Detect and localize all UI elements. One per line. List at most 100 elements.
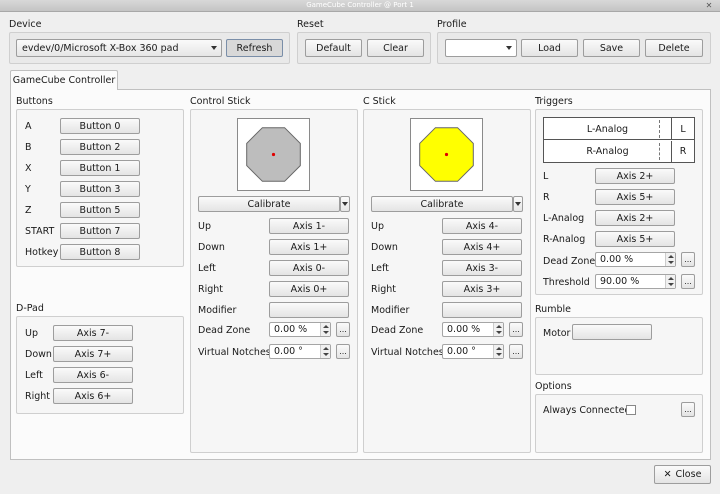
control-stick-mapping-button[interactable] [269,302,349,318]
trigger-mapping-label: L [543,171,549,182]
c-stick-calibrate-menu[interactable] [513,196,523,212]
c-stick-dead-zone-spinbox[interactable]: 0.00 % [442,322,504,337]
default-button[interactable]: Default [305,39,362,57]
control-stick-dead-zone-spinbox[interactable]: 0.00 % [269,322,331,337]
control-stick-mapping-label: Up [198,221,211,232]
c-stick-notches-value: 0.00 ° [447,346,476,357]
tab-gamecube-controller[interactable]: GameCube Controller [10,70,118,90]
trigger-mapping-label: R [543,192,550,203]
trigger-mapping-button[interactable]: Axis 5+ [595,231,675,247]
triggers-threshold-more-button[interactable]: ... [681,274,695,289]
always-connected-more-button[interactable]: ... [681,402,695,417]
trigger-mapping-button[interactable]: Axis 2+ [595,210,675,226]
dpad-mapping-button[interactable]: Axis 6- [53,367,133,383]
control-stick-notches-spinbox[interactable]: 0.00 ° [269,344,331,359]
c-stick-calibrate-button[interactable]: Calibrate [371,196,513,212]
c-stick-dead-zone-more-button[interactable]: ... [509,322,523,337]
rumble-motor-label: Motor [543,328,571,339]
stick-position-dot [271,152,276,157]
button-mapping-button[interactable]: Button 8 [60,244,140,260]
delete-button[interactable]: Delete [645,39,703,57]
triggers-dead-zone-value: 0.00 % [600,254,634,265]
control-stick-notches-more-button[interactable]: ... [336,344,350,359]
button-mapping-button[interactable]: Button 5 [60,202,140,218]
dpad-mapping-button[interactable]: Axis 7- [53,325,133,341]
control-stick-calibrate-button[interactable]: Calibrate [198,196,340,212]
button-mapping-button[interactable]: Button 2 [60,139,140,155]
c-stick-mapping-button[interactable]: Axis 3- [442,260,522,276]
triggers-analog-table: L-Analog L R-Analog R [543,117,695,163]
dpad-mapping-button[interactable]: Axis 6+ [53,388,133,404]
control-stick-mapping-button[interactable]: Axis 1- [269,218,349,234]
spin-arrows-icon[interactable] [493,345,503,358]
control-stick-notches-label: Virtual Notches [198,347,271,358]
refresh-button[interactable]: Refresh [226,39,283,57]
trigger-mapping-button[interactable]: Axis 2+ [595,168,675,184]
options-group [535,394,703,453]
close-icon: ✕ [663,469,672,480]
triggers-threshold-value: 90.00 % [600,276,640,287]
c-stick-mapping-button[interactable]: Axis 3+ [442,281,522,297]
trigger-mapping-label: R-Analog [543,234,586,245]
control-stick-calibrate-menu[interactable] [340,196,350,212]
window-close-icon[interactable]: ✕ [704,1,714,10]
c-stick-notches-more-button[interactable]: ... [509,344,523,359]
c-stick-mapping-button[interactable]: Axis 4- [442,218,522,234]
spin-arrows-icon[interactable] [665,275,675,288]
clear-button[interactable]: Clear [367,39,424,57]
button-mapping-button[interactable]: Button 0 [60,118,140,134]
save-button[interactable]: Save [583,39,640,57]
button-mapping-button[interactable]: Button 1 [60,160,140,176]
triggers-threshold-label: Threshold [543,277,590,288]
profile-select[interactable] [445,39,517,57]
spin-arrows-icon[interactable] [665,253,675,266]
c-stick-mapping-label: Down [371,242,398,253]
spin-arrows-icon[interactable] [320,345,330,358]
control-stick-mapping-button[interactable]: Axis 1+ [269,239,349,255]
rumble-title: Rumble [535,304,571,315]
trigger-table-name: R-Analog [586,146,629,157]
always-connected-label: Always Connected [543,405,631,416]
device-select[interactable]: evdev/0/Microsoft X-Box 360 pad [16,39,222,57]
control-stick-mapping-button[interactable]: Axis 0+ [269,281,349,297]
c-stick-notches-spinbox[interactable]: 0.00 ° [442,344,504,359]
control-stick-notches-value: 0.00 ° [274,346,303,357]
close-label: Close [675,469,702,480]
buttons-title: Buttons [16,96,53,107]
c-stick-mapping-button[interactable] [442,302,522,318]
always-connected-checkbox[interactable] [626,405,636,415]
trigger-table-key: R [671,141,694,162]
control-stick-mapping-label: Right [198,284,224,295]
triggers-dead-zone-spinbox[interactable]: 0.00 % [595,252,676,267]
c-stick-dead-zone-label: Dead Zone [371,325,424,336]
c-stick-mapping-label: Left [371,263,389,274]
profile-label: Profile [437,19,467,30]
reset-label: Reset [297,19,324,30]
trigger-table-name: L-Analog [586,123,629,135]
spin-arrows-icon[interactable] [320,323,330,336]
triggers-threshold-spinbox[interactable]: 90.00 % [595,274,676,289]
button-mapping-button[interactable]: Button 7 [60,223,140,239]
device-label: Device [9,19,42,30]
dpad-mapping-label: Left [25,370,43,381]
dpad-mapping-label: Up [25,328,38,339]
control-stick-mapping-button[interactable]: Axis 0- [269,260,349,276]
dpad-title: D-Pad [16,303,44,314]
trigger-mapping-button[interactable]: Axis 5+ [595,189,675,205]
spin-arrows-icon[interactable] [493,323,503,336]
c-stick-mapping-label: Right [371,284,397,295]
triggers-dead-zone-more-button[interactable]: ... [681,252,695,267]
trigger-table-row: R-Analog R [544,141,694,162]
stick-octagon-icon [419,127,474,182]
device-select-value: evdev/0/Microsoft X-Box 360 pad [22,42,179,54]
button-mapping-button[interactable]: Button 3 [60,181,140,197]
c-stick-mapping-button[interactable]: Axis 4+ [442,239,522,255]
control-stick-dead-zone-more-button[interactable]: ... [336,322,350,337]
close-button[interactable]: ✕ Close [654,465,711,484]
control-stick-dead-zone-value: 0.00 % [274,324,308,335]
control-stick-preview [237,118,310,191]
load-button[interactable]: Load [521,39,578,57]
rumble-motor-button[interactable] [572,324,652,340]
dpad-mapping-button[interactable]: Axis 7+ [53,346,133,362]
trigger-table-divider [659,143,660,160]
